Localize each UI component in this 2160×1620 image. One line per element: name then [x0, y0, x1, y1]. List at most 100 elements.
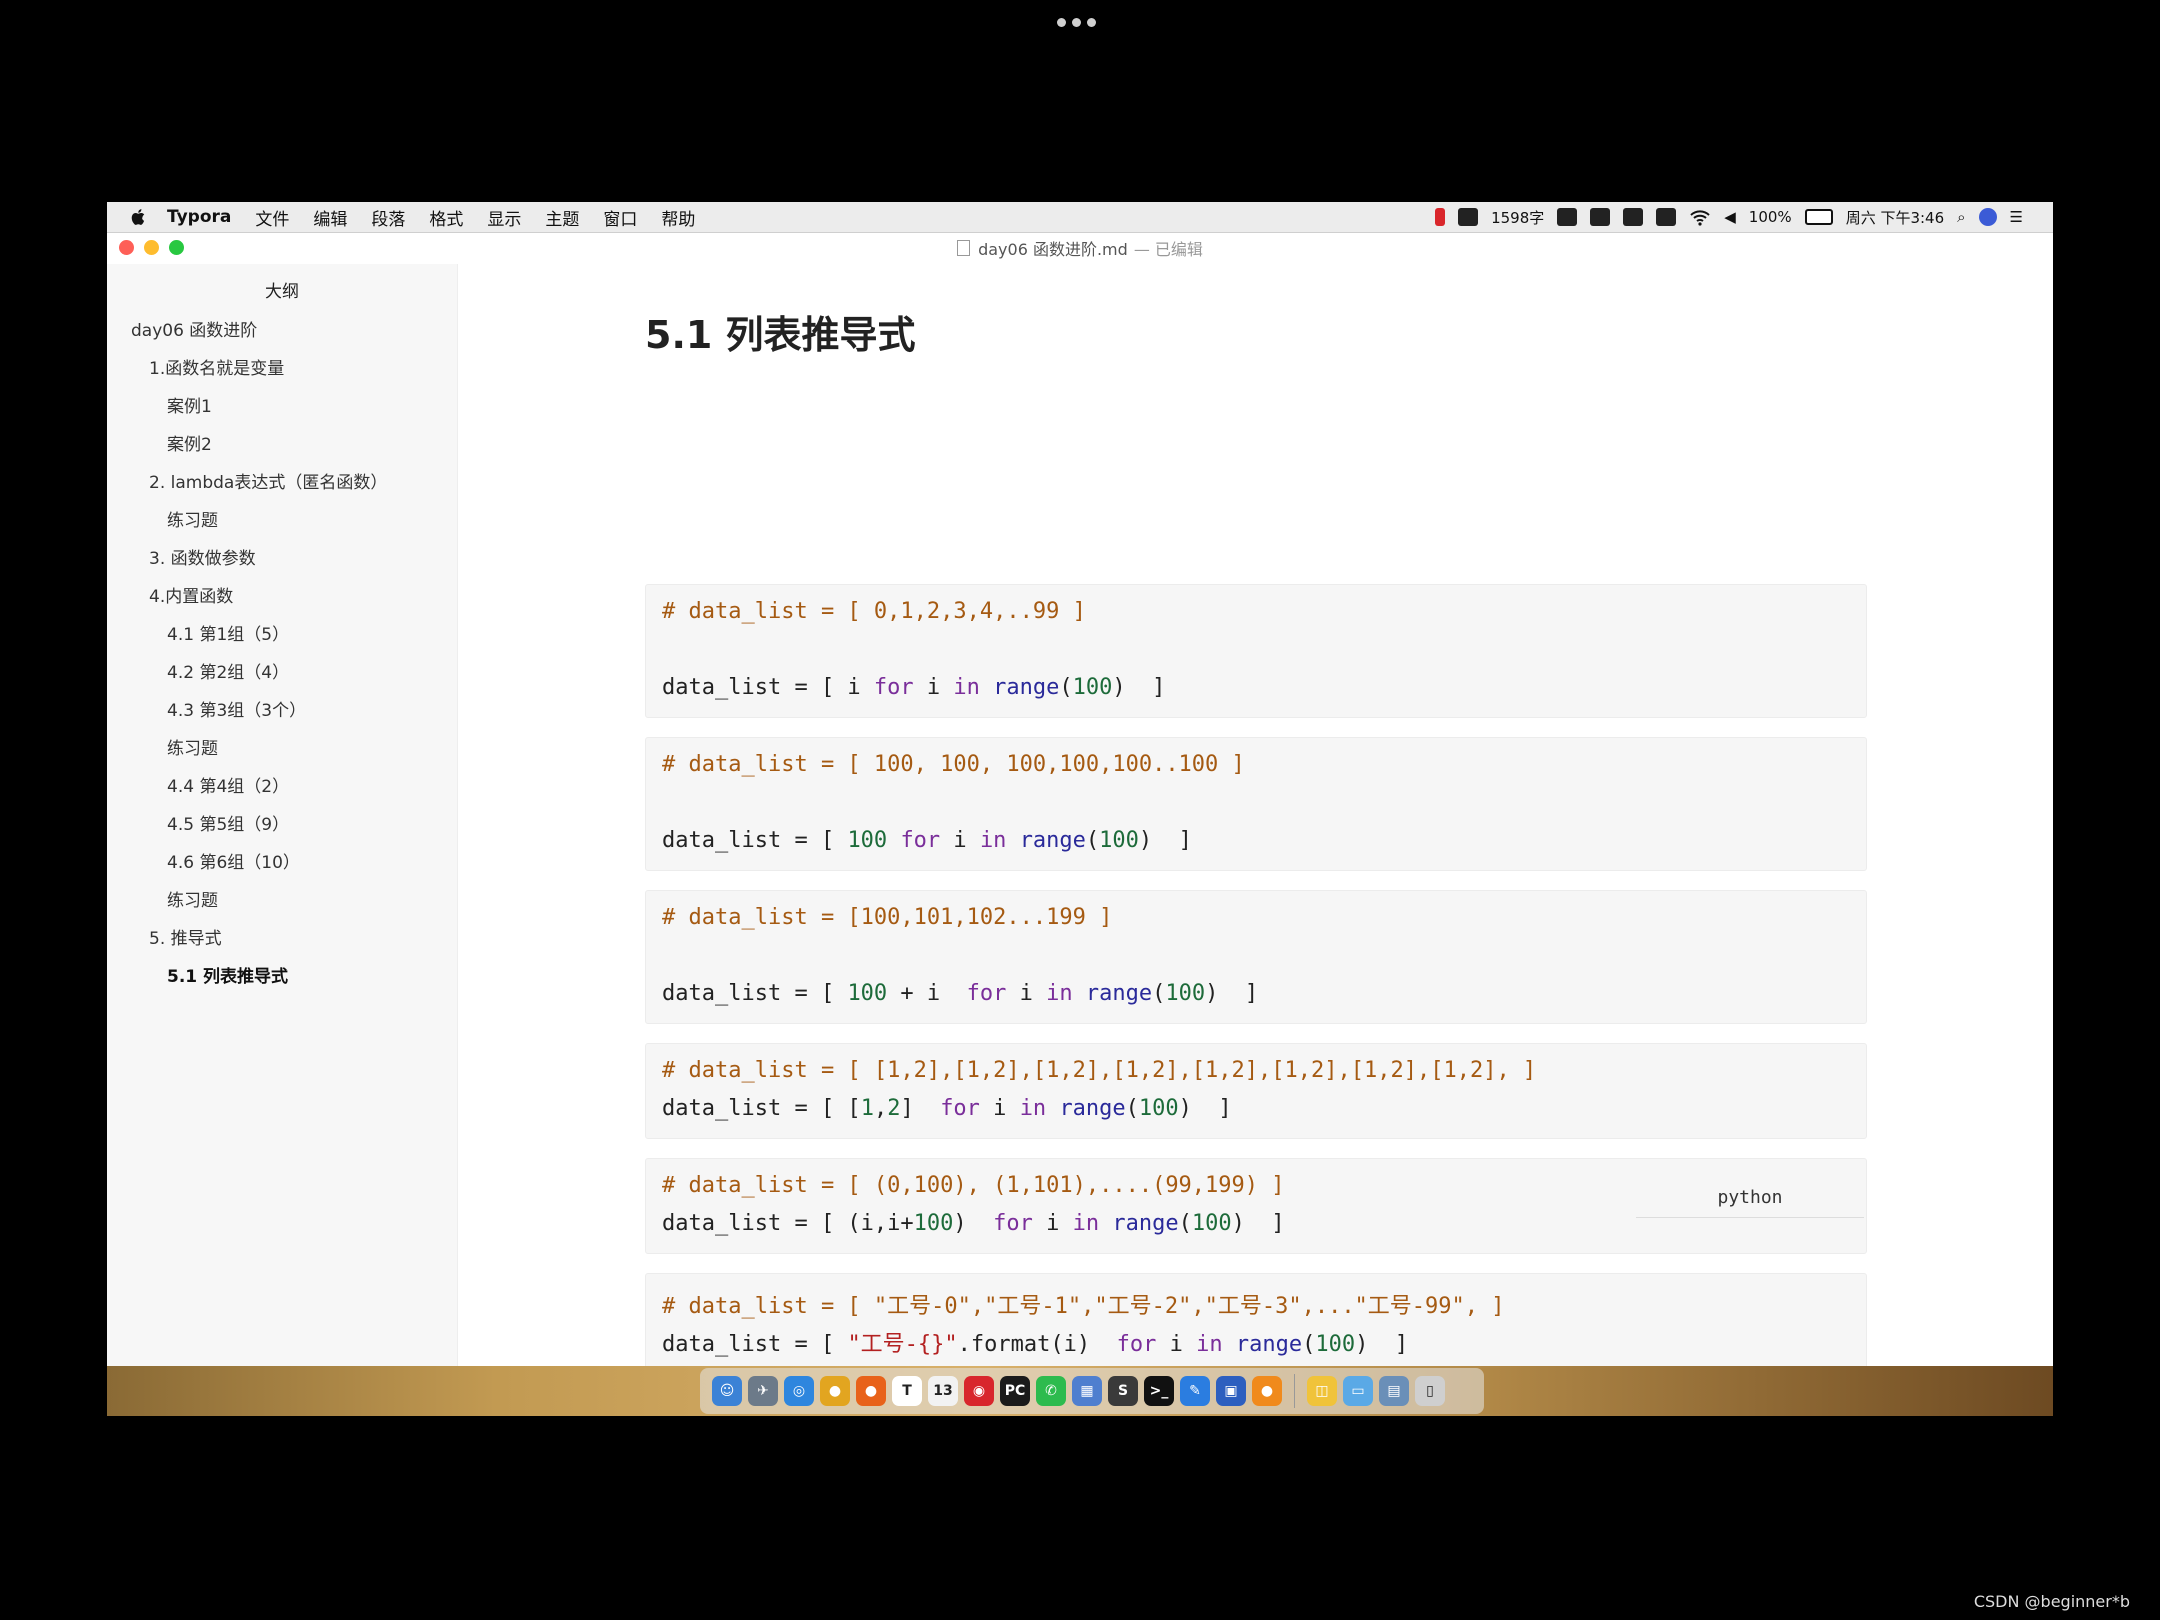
input-method-icon[interactable] — [1623, 208, 1644, 226]
microphone-icon[interactable] — [1590, 208, 1611, 226]
menu-format[interactable]: 格式 — [429, 205, 463, 230]
dock-folder-icon[interactable]: ▭ — [1343, 1376, 1373, 1406]
dock-keynote-icon[interactable]: ▦ — [1072, 1376, 1102, 1406]
outline-item[interactable]: day06 函数进阶 — [107, 312, 457, 350]
dock-separator — [1294, 1374, 1295, 1408]
spotlight-search-icon[interactable]: ⌕ — [1957, 208, 1965, 226]
code-comment: # data_list = [ (0,100), (1,101),....(99… — [662, 1173, 1285, 1198]
outline-item[interactable]: 4.5 第5组（9） — [107, 806, 457, 844]
status-tray: 1598字 ◀ 100% 周六 下午3:46 ⌕ ☰ — [1435, 202, 2023, 232]
dock-terminal-icon[interactable]: >_ — [1144, 1376, 1174, 1406]
menu-view[interactable]: 显示 — [487, 205, 521, 230]
code-language-selector[interactable]: python — [1636, 1177, 1864, 1218]
code-comment: # data_list = [ 100, 100, 100,100,100..1… — [662, 752, 1245, 777]
watermark: CSDN @beginner*b — [1973, 1592, 2130, 1611]
code-line: data_list = [ 100 for i in range(100) ] — [662, 828, 1192, 853]
menu-paragraph[interactable]: 段落 — [371, 205, 405, 230]
minimize-window-button[interactable] — [144, 240, 159, 255]
code-comment: # data_list = [ "工号-0","工号-1","工号-2","工号… — [662, 1294, 1505, 1319]
outline-item[interactable]: 案例2 — [107, 426, 457, 464]
zoom-window-button[interactable] — [169, 240, 184, 255]
dock-typora-icon[interactable]: T — [892, 1376, 922, 1406]
apple-icon[interactable] — [129, 207, 149, 227]
outline-item[interactable]: 3. 函数做参数 — [107, 540, 457, 578]
battery-icon[interactable] — [1804, 209, 1833, 225]
menu-help[interactable]: 帮助 — [661, 205, 695, 230]
outline-item[interactable]: 4.1 第1组（5） — [107, 616, 457, 654]
code-block[interactable]: # data_list = [ 100, 100, 100,100,100..1… — [645, 737, 1867, 871]
menu-theme[interactable]: 主题 — [545, 205, 579, 230]
menu-window[interactable]: 窗口 — [603, 205, 637, 230]
window-dots — [1057, 18, 1096, 27]
dock-trash-icon[interactable]: ▯ — [1415, 1376, 1445, 1406]
code-block[interactable]: # data_list = [100,101,102...199 ] data_… — [645, 890, 1867, 1024]
record-indicator-icon[interactable] — [1435, 208, 1446, 226]
code-block[interactable]: # data_list = [ "工号-0","工号-1","工号-2","工号… — [645, 1273, 1867, 1369]
dock-xcode-icon[interactable]: ✎ — [1180, 1376, 1210, 1406]
dock-recorder-icon[interactable]: ● — [1252, 1376, 1282, 1406]
menu-file[interactable]: 文件 — [255, 205, 289, 230]
outline-heading: 大纲 — [265, 282, 299, 302]
edited-status: — 已编辑 — [1133, 240, 1203, 259]
menu-app-name[interactable]: Typora — [167, 207, 231, 227]
code-line: data_list = [ [1,2] for i in range(100) … — [662, 1096, 1232, 1121]
dock-calendar-icon[interactable]: 13 — [928, 1376, 958, 1406]
cursor-app-icon[interactable] — [1458, 208, 1479, 226]
word-count[interactable]: 1598字 — [1491, 207, 1544, 228]
code-block[interactable]: # data_list = [ 0,1,2,3,4,..99 ] data_li… — [645, 584, 1867, 718]
outline-item[interactable]: 4.内置函数 — [107, 578, 457, 616]
outline-item[interactable]: 5. 推导式 — [107, 920, 457, 958]
code-comment: # data_list = [ [1,2],[1,2],[1,2],[1,2],… — [662, 1058, 1537, 1083]
outline-item[interactable]: 4.2 第2组（4） — [107, 654, 457, 692]
code-comment: # data_list = [ 0,1,2,3,4,..99 ] — [662, 599, 1086, 624]
siri-icon[interactable] — [1978, 208, 1997, 226]
wifi-icon[interactable] — [1689, 208, 1711, 226]
sync-icon[interactable] — [1656, 208, 1677, 226]
dock-safari-icon[interactable]: ◎ — [784, 1376, 814, 1406]
outline-item[interactable]: 4.4 第4组（2） — [107, 768, 457, 806]
window-title-bar: day06 函数进阶.md — 已编辑 — [107, 233, 2053, 263]
dock-sublime-text-icon[interactable]: S — [1108, 1376, 1138, 1406]
battery-percent[interactable]: 100% — [1749, 208, 1792, 226]
code-block[interactable]: # data_list = [ [1,2],[1,2],[1,2],[1,2],… — [645, 1043, 1867, 1139]
volume-icon[interactable]: ◀ — [1724, 208, 1736, 226]
close-window-button[interactable] — [119, 240, 134, 255]
dock-wechat-icon[interactable]: ✆ — [1036, 1376, 1066, 1406]
outline-item-active[interactable]: 5.1 列表推导式 — [107, 958, 457, 996]
code-line: data_list = [ i for i in range(100) ] — [662, 675, 1166, 700]
document-icon — [957, 240, 971, 256]
dock-pycharm-icon[interactable]: PC — [1000, 1376, 1030, 1406]
code-line: data_list = [ "工号-{}".format(i) for i in… — [662, 1332, 1409, 1357]
outline-sidebar: 大纲 day06 函数进阶 1.函数名就是变量 案例1 案例2 2. lambd… — [107, 264, 458, 1366]
outline-item[interactable]: 练习题 — [107, 882, 457, 920]
outline-item[interactable]: 4.6 第6组（10） — [107, 844, 457, 882]
dock-firefox-icon[interactable]: ● — [856, 1376, 886, 1406]
notification-center-icon[interactable]: ☰ — [2010, 208, 2023, 226]
window-title: day06 函数进阶.md — [978, 240, 1128, 259]
clock[interactable]: 周六 下午3:46 — [1846, 207, 1944, 228]
menu-bar: Typora 文件 编辑 段落 格式 显示 主题 窗口 帮助 1598字 ◀ 1… — [107, 202, 2053, 233]
traffic-lights — [119, 240, 184, 255]
dock-chrome-icon[interactable]: ● — [820, 1376, 850, 1406]
dock-screen-flow-icon[interactable]: ▣ — [1216, 1376, 1246, 1406]
dock-preview-icon[interactable]: ◫ — [1307, 1376, 1337, 1406]
dock-launchpad-icon[interactable]: ✈ — [748, 1376, 778, 1406]
mac-screen: Typora 文件 编辑 段落 格式 显示 主题 窗口 帮助 1598字 ◀ 1… — [107, 202, 2053, 1416]
code-comment: # data_list = [100,101,102...199 ] — [662, 905, 1113, 930]
dock: ☺ ✈ ◎ ● ● T 13 ◉ PC ✆ ▦ S >_ ✎ ▣ ● ◫ ▭ ▤ ▯ — [700, 1368, 1484, 1414]
tray-app-icon[interactable] — [1557, 208, 1578, 226]
outline-item[interactable]: 案例1 — [107, 388, 457, 426]
outline-item[interactable]: 2. lambda表达式（匿名函数） — [107, 464, 457, 502]
section-heading: 5.1 列表推导式 — [645, 313, 916, 357]
dock-downloads-icon[interactable]: ▤ — [1379, 1376, 1409, 1406]
outline-item[interactable]: 4.3 第3组（3个） — [107, 692, 457, 730]
editor-pane[interactable]: 5.1 列表推导式 # data_list = [ 0,1,2,3,4,..99… — [458, 264, 2053, 1369]
outline-item[interactable]: 练习题 — [107, 502, 457, 540]
outline-item[interactable]: 练习题 — [107, 730, 457, 768]
code-line: data_list = [ (i,i+100) for i in range(1… — [662, 1211, 1285, 1236]
dock-netease-music-icon[interactable]: ◉ — [964, 1376, 994, 1406]
outline-item[interactable]: 1.函数名就是变量 — [107, 350, 457, 388]
dock-finder-icon[interactable]: ☺ — [712, 1376, 742, 1406]
outline-list: day06 函数进阶 1.函数名就是变量 案例1 案例2 2. lambda表达… — [107, 312, 457, 996]
menu-edit[interactable]: 编辑 — [313, 205, 347, 230]
